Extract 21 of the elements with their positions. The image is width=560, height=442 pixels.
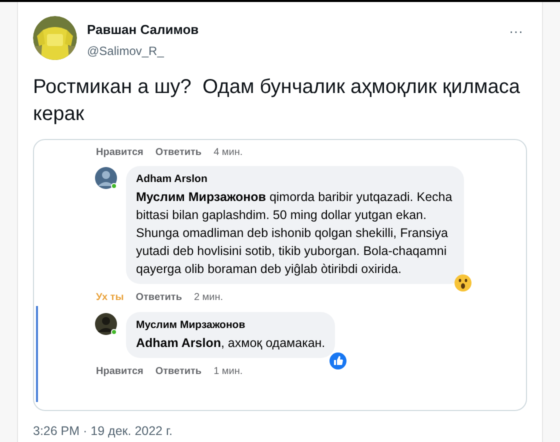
wow-emoji-icon <box>454 274 472 292</box>
more-button[interactable]: ··· <box>509 16 527 38</box>
comment-text: Adham Arslon, ахмоқ одамакан. <box>136 334 326 352</box>
reply-link[interactable]: Ответить <box>136 290 182 306</box>
reply-link[interactable]: Ответить <box>155 364 202 379</box>
author-handle[interactable]: @Salimov_R_ <box>87 42 499 60</box>
comment-time: 1 мин. <box>214 365 243 379</box>
like-link[interactable]: Нравится <box>96 364 144 379</box>
commenter-name[interactable]: Муслим Мирзажонов <box>136 318 326 334</box>
comment-text: Муслим Мирзажонов qimorda baribir yutqazadi. Kecha bittasi bilan gaplashdim. 50 ming dollar yutgan ekan. Shunga omadliman deb ishonib qolgan shekilli, Fransiya yutadi deb hovlisini sotib, tikib yuborgan. Bola-chaqamni qayerga olib boraman deb yiĝlab òtiribdi oxirida. <box>136 188 454 278</box>
comment-time: 2 мин. <box>194 291 224 306</box>
reply-link[interactable]: Ответить <box>155 144 202 160</box>
like-link[interactable]: Нравится <box>96 144 144 160</box>
thumbs-up-icon <box>329 352 348 370</box>
avatar <box>94 166 118 190</box>
tweet-text: Ростмикан а шу? Одам бунчалик аҳмоқлик қилмаса керак <box>33 75 521 127</box>
author-name[interactable]: Равшан Салимов <box>87 20 499 40</box>
avatar <box>94 312 118 336</box>
commenter-name[interactable]: Adham Arslon <box>136 172 454 188</box>
comment-time: 4 мин. <box>214 146 243 160</box>
tweet-timestamp[interactable]: 3:26 PM · 19 дек. 2022 г. <box>33 422 527 441</box>
